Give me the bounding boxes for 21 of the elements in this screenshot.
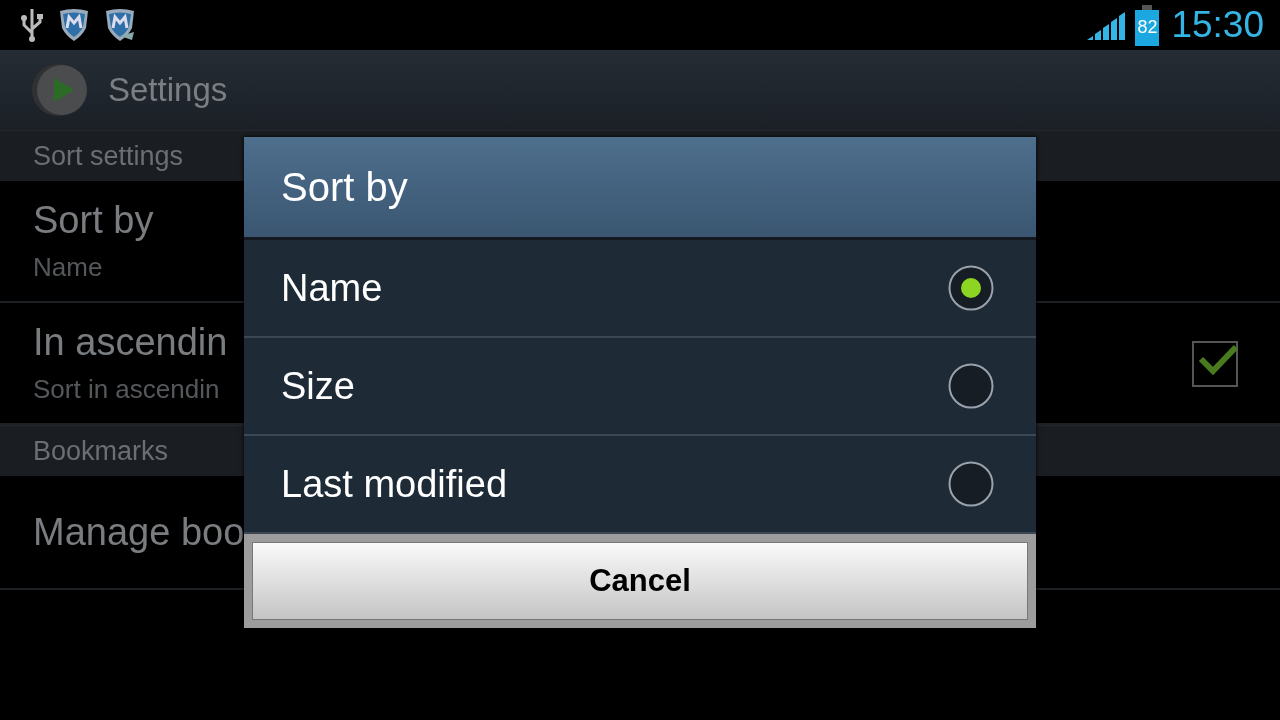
shield-icon [58, 8, 90, 42]
item-title: Manage boo [33, 510, 245, 554]
item-title: Sort by [33, 199, 154, 242]
sort-option[interactable]: Name [244, 240, 1036, 338]
signal-icon [1087, 10, 1128, 40]
clock-time: 15:30 [1171, 4, 1264, 46]
item-summary: Sort in ascendin [33, 374, 221, 405]
radio-button[interactable] [948, 461, 994, 507]
shield-icon [104, 8, 136, 42]
radio-button[interactable] [948, 363, 994, 409]
item-summary: Name [33, 252, 104, 283]
battery-level: 82 [1137, 17, 1158, 38]
item-title: In ascendin [33, 321, 228, 364]
battery-terminal-icon [1142, 4, 1153, 10]
cancel-button[interactable]: Cancel [252, 542, 1028, 620]
screen-title: Settings [108, 71, 228, 109]
usb-icon [20, 7, 44, 43]
radio-button[interactable] [948, 265, 994, 311]
checkbox[interactable] [1192, 339, 1240, 387]
sort-option[interactable]: Size [244, 338, 1036, 436]
play-icon[interactable] [32, 62, 88, 118]
